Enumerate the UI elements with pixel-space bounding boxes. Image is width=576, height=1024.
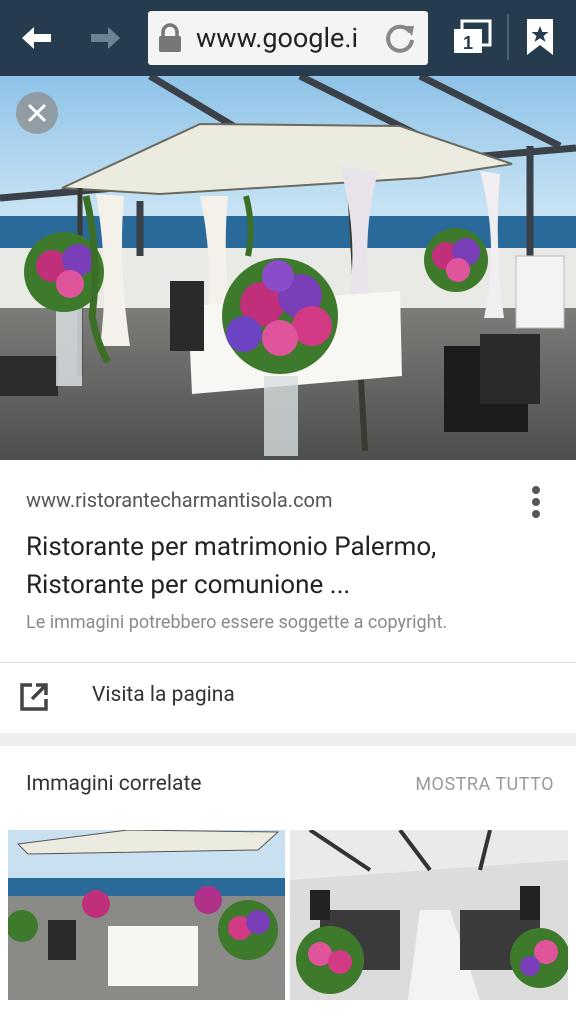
result-title[interactable]: Ristorante per matrimonio Palermo, Risto… bbox=[26, 528, 546, 604]
address-bar[interactable]: www.google.i bbox=[148, 11, 428, 65]
tab-count: 1 bbox=[463, 33, 473, 53]
show-all-button[interactable]: MOSTRA TUTTO bbox=[415, 774, 554, 795]
reload-icon[interactable] bbox=[382, 20, 418, 56]
source-site[interactable]: www.ristorantecharmantisola.com bbox=[26, 488, 333, 512]
copyright-note: Le immagini potrebbero essere soggette a… bbox=[26, 612, 448, 633]
related-images-section: Immagini correlate MOSTRA TUTTO bbox=[0, 746, 576, 1024]
forward-arrow-icon[interactable] bbox=[84, 18, 128, 58]
bookmark-star-icon[interactable] bbox=[520, 14, 560, 60]
related-images-title: Immagini correlate bbox=[26, 772, 202, 796]
result-info-card: www.ristorantecharmantisola.com Ristoran… bbox=[0, 460, 576, 662]
lock-icon bbox=[156, 23, 184, 53]
toolbar-divider bbox=[507, 14, 509, 60]
browser-toolbar: www.google.i 1 bbox=[0, 0, 576, 76]
close-icon[interactable] bbox=[16, 92, 58, 134]
open-external-icon bbox=[18, 681, 50, 713]
visit-page-label: Visita la pagina bbox=[92, 683, 235, 707]
preview-image[interactable] bbox=[0, 76, 576, 460]
more-options-icon[interactable] bbox=[524, 482, 548, 522]
related-thumbnail[interactable] bbox=[290, 830, 568, 1000]
url-text: www.google.i bbox=[196, 22, 359, 54]
tabs-icon[interactable]: 1 bbox=[448, 14, 496, 60]
visit-page-button[interactable]: Visita la pagina bbox=[0, 663, 576, 733]
related-thumbnail[interactable] bbox=[8, 830, 285, 1000]
back-arrow-icon[interactable] bbox=[14, 18, 58, 58]
